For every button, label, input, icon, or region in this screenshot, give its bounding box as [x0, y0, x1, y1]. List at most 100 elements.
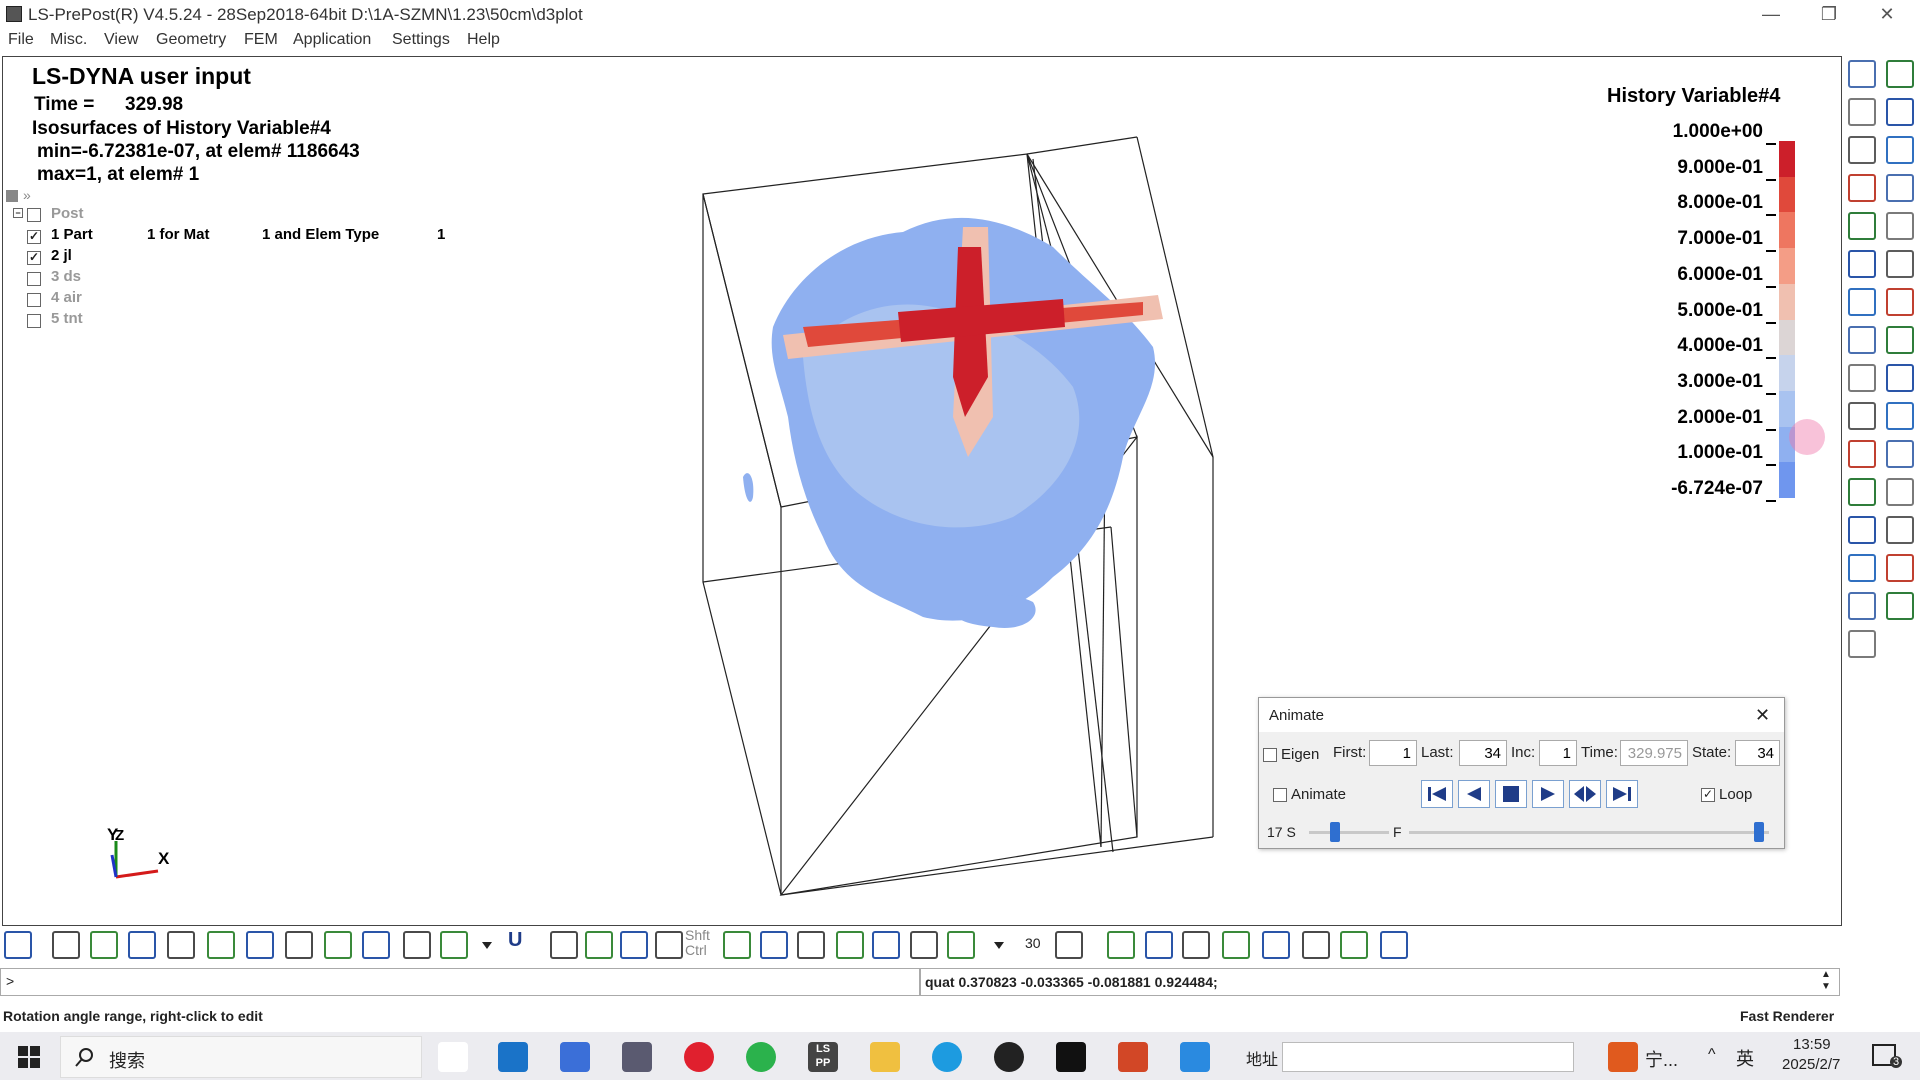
menu-geometry[interactable]: Geometry — [156, 31, 226, 49]
stripes-icon[interactable] — [1848, 630, 1876, 658]
taskbar-search-box[interactable]: 搜索 — [60, 1036, 422, 1078]
mesh-icon[interactable] — [1848, 212, 1876, 240]
language-indicator[interactable]: 英 — [1736, 1045, 1754, 1071]
edge-icon[interactable] — [932, 1042, 962, 1072]
model-icon[interactable] — [1107, 931, 1135, 959]
checker-icon[interactable] — [1222, 931, 1250, 959]
play-forward-button[interactable] — [1532, 780, 1564, 808]
zoom-part-icon[interactable] — [1848, 98, 1876, 126]
cube-blue-icon[interactable] — [585, 931, 613, 959]
grid-cube-icon[interactable] — [403, 931, 431, 959]
grid-pattern-icon[interactable] — [1886, 592, 1914, 620]
close-button[interactable]: ✕ — [1864, 2, 1910, 26]
axis-icon[interactable] — [1055, 931, 1083, 959]
menu-application[interactable]: Application — [293, 31, 371, 49]
wrench-icon[interactable] — [1886, 554, 1914, 582]
recorder-icon[interactable] — [994, 1042, 1024, 1072]
outline-cube-icon[interactable] — [207, 931, 235, 959]
eigen-checkbox[interactable] — [1263, 748, 1277, 762]
layer-icon[interactable] — [1886, 364, 1914, 392]
wechat-icon[interactable] — [746, 1042, 776, 1072]
gear-render-icon[interactable] — [1302, 931, 1330, 959]
ruler-icon[interactable] — [1848, 478, 1876, 506]
state-input[interactable]: 34 — [1735, 740, 1780, 766]
stop-button[interactable] — [1495, 780, 1527, 808]
play-backward-button[interactable] — [1458, 780, 1490, 808]
table-icon[interactable] — [1886, 288, 1914, 316]
mesh-edit-icon[interactable] — [1886, 250, 1914, 278]
menu-misc[interactable]: Misc. — [50, 31, 87, 49]
plane-icon[interactable] — [1886, 136, 1914, 164]
step-button[interactable] — [1569, 780, 1601, 808]
shape-icon[interactable] — [1848, 288, 1876, 316]
globe-icon[interactable] — [910, 931, 938, 959]
tray-app-icon[interactable] — [1608, 1042, 1638, 1072]
app-icon[interactable] — [622, 1042, 652, 1072]
gear-color-icon[interactable] — [1886, 478, 1914, 506]
gear-icon[interactable] — [1848, 592, 1876, 620]
shell-icon[interactable] — [550, 931, 578, 959]
views-icon[interactable] — [947, 931, 975, 959]
cube-icon[interactable] — [1886, 212, 1914, 240]
speed-slider-thumb[interactable] — [1330, 822, 1341, 842]
command-input[interactable]: > — [0, 968, 920, 996]
address-input[interactable] — [1282, 1042, 1574, 1072]
dropdown-icon[interactable] — [992, 931, 1006, 959]
monitor-icon[interactable] — [1380, 931, 1408, 959]
u-label[interactable]: U — [508, 929, 522, 952]
store-icon[interactable] — [560, 1042, 590, 1072]
home-icon[interactable] — [1145, 931, 1173, 959]
pencil-icon[interactable] — [1848, 402, 1876, 430]
edge-cube-icon[interactable] — [246, 931, 274, 959]
node-icon[interactable] — [1886, 516, 1914, 544]
menu-settings[interactable]: Settings — [392, 31, 450, 49]
lsprepost-taskbar-icon[interactable]: LS PP — [808, 1042, 838, 1072]
mesh-tools-icon[interactable] — [1848, 250, 1876, 278]
powerpoint-icon[interactable] — [1118, 1042, 1148, 1072]
outlook-icon[interactable] — [498, 1042, 528, 1072]
tray-overflow-icon[interactable]: ^ — [1708, 1046, 1716, 1064]
zoom-box-icon[interactable] — [836, 931, 864, 959]
first-frame-button[interactable] — [1421, 780, 1453, 808]
loop-checkbox[interactable]: ✓ — [1701, 788, 1715, 802]
solid-mesh-icon[interactable] — [324, 931, 352, 959]
dropdown-icon[interactable] — [480, 931, 494, 959]
link-icon[interactable] — [1848, 516, 1876, 544]
zoom-icon[interactable] — [797, 931, 825, 959]
inc-input[interactable]: 1 — [1539, 740, 1577, 766]
scroll-arrows-icon[interactable]: ▲ ▼ — [1821, 969, 1831, 993]
curve-icon[interactable] — [1886, 98, 1914, 126]
task-view-icon[interactable] — [438, 1042, 468, 1072]
last-frame-button[interactable] — [1606, 780, 1638, 808]
shaded-cube-icon[interactable] — [90, 931, 118, 959]
capcut-icon[interactable] — [1056, 1042, 1086, 1072]
mesh-cube-icon[interactable] — [167, 931, 195, 959]
netease-music-icon[interactable] — [684, 1042, 714, 1072]
windows-start-icon[interactable] — [18, 1046, 40, 1068]
speed-slider-track[interactable] — [1309, 831, 1389, 834]
animate-checkbox[interactable] — [1273, 788, 1287, 802]
solid-icon[interactable] — [1886, 174, 1914, 202]
frame-slider-thumb[interactable] — [1754, 822, 1764, 842]
box-icon[interactable] — [620, 931, 648, 959]
app-icon[interactable] — [1180, 1042, 1210, 1072]
settings-icon[interactable] — [1848, 174, 1876, 202]
play-icon[interactable] — [1262, 931, 1290, 959]
file-explorer-icon[interactable] — [870, 1042, 900, 1072]
menu-file[interactable]: File — [8, 31, 34, 49]
gear-mesh-icon[interactable] — [1886, 440, 1914, 468]
tools-icon[interactable] — [1848, 554, 1876, 582]
gear-green-icon[interactable] — [1340, 931, 1368, 959]
move-icon[interactable] — [760, 931, 788, 959]
fringe-icon[interactable] — [440, 931, 468, 959]
menu-fem[interactable]: FEM — [244, 31, 278, 49]
model-select-icon[interactable] — [1848, 60, 1876, 88]
minimize-button[interactable]: — — [1748, 2, 1794, 26]
perspective-icon[interactable] — [655, 931, 683, 959]
mesh-grid-icon[interactable] — [1886, 326, 1914, 354]
clock-time[interactable]: 13:59 — [1793, 1036, 1831, 1053]
frame-slider-track[interactable] — [1409, 831, 1769, 834]
hidden-line-icon[interactable] — [128, 931, 156, 959]
feature-icon[interactable] — [362, 931, 390, 959]
ms-icon[interactable] — [1886, 402, 1914, 430]
